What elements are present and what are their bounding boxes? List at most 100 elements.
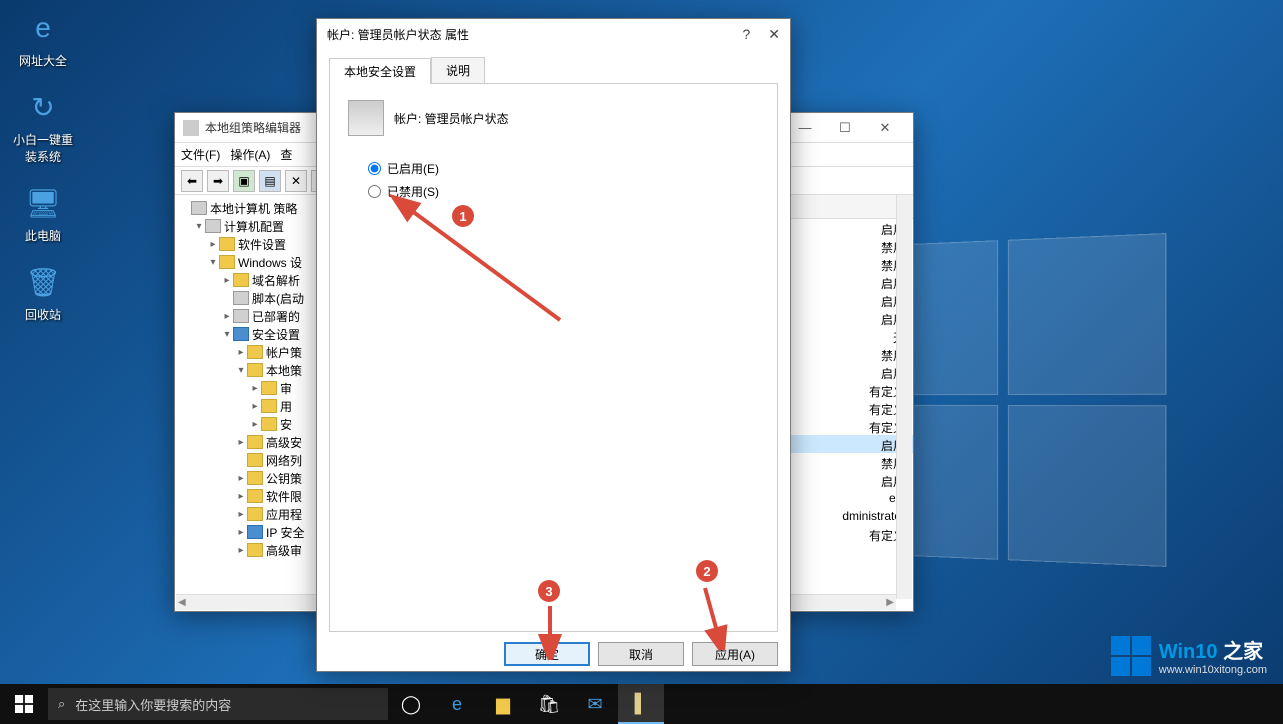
policy-icon bbox=[233, 309, 249, 323]
radio-enabled-label: 已启用(E) bbox=[387, 160, 439, 177]
folder-icon bbox=[247, 435, 263, 449]
ie-icon: e bbox=[23, 8, 63, 48]
tab-description[interactable]: 说明 bbox=[431, 57, 485, 83]
radio-enabled[interactable] bbox=[368, 162, 381, 175]
start-button[interactable] bbox=[0, 684, 48, 724]
taskbar[interactable]: ⌕ 在这里输入你要搜索的内容 ◯ e ▆ 🛍 ✉ ▌ bbox=[0, 684, 1283, 724]
folder-icon bbox=[247, 453, 263, 467]
policy-icon bbox=[191, 201, 207, 215]
radio-disabled[interactable] bbox=[368, 185, 381, 198]
ok-button[interactable]: 确定 bbox=[504, 642, 590, 666]
prop-body: 帐户: 管理员帐户状态 已启用(E) 已禁用(S) bbox=[329, 84, 778, 632]
tree-label: 已部署的 bbox=[252, 308, 300, 325]
watermark: Win10 之家 www.win10xitong.com bbox=[1111, 635, 1267, 676]
desktop-icon-thispc[interactable]: 🖥 此电脑 bbox=[8, 183, 78, 244]
watermark-text-1a: Win10 bbox=[1159, 641, 1218, 663]
tree-label: 审 bbox=[280, 380, 292, 397]
desktop-icon-recovery[interactable]: ↻ 小白一键重装系统 bbox=[8, 87, 78, 165]
menu-item[interactable]: 文件(F) bbox=[181, 146, 220, 163]
help-button[interactable]: ? bbox=[742, 26, 750, 43]
desktop-icon-recycle[interactable]: 🗑 回收站 bbox=[8, 262, 78, 323]
annotation-badge-1: 1 bbox=[452, 205, 474, 227]
tree-label: Windows 设 bbox=[238, 254, 302, 271]
delete-button[interactable]: ✕ bbox=[285, 170, 307, 192]
prop-tabs[interactable]: 本地安全设置 说明 bbox=[329, 57, 778, 84]
explorer-icon[interactable]: ▆ bbox=[480, 684, 526, 724]
tree-label: 域名解析 bbox=[252, 272, 300, 289]
folder-icon bbox=[219, 237, 235, 251]
desktop-icon-label: 回收站 bbox=[25, 306, 61, 323]
search-icon: ⌕ bbox=[58, 696, 65, 712]
tree-label: 安全设置 bbox=[252, 326, 300, 343]
properties-dialog: 帐户: 管理员帐户状态 属性 ? ✕ 本地安全设置 说明 帐户: 管理员帐户状态… bbox=[316, 18, 791, 672]
shield-icon bbox=[233, 327, 249, 341]
watermark-logo-icon bbox=[1111, 636, 1151, 676]
tree-label: 软件限 bbox=[266, 488, 302, 505]
tree-label: 帐户策 bbox=[266, 344, 302, 361]
prop-titlebar[interactable]: 帐户: 管理员帐户状态 属性 ? ✕ bbox=[317, 19, 790, 49]
annotation-badge-2: 2 bbox=[696, 560, 718, 582]
minimize-button[interactable]: — bbox=[785, 118, 825, 138]
maximize-button[interactable]: ☐ bbox=[825, 118, 865, 138]
folder-icon bbox=[247, 345, 263, 359]
tree-label: 高级安 bbox=[266, 434, 302, 451]
folder-icon bbox=[247, 507, 263, 521]
folder-icon bbox=[233, 273, 249, 287]
close-button[interactable]: ✕ bbox=[768, 26, 780, 43]
vertical-scrollbar[interactable] bbox=[896, 195, 912, 599]
back-button[interactable]: ⬅ bbox=[181, 170, 203, 192]
tree-label: 脚本(启动 bbox=[252, 290, 304, 307]
tree-label: 安 bbox=[280, 416, 292, 433]
tree-label: 应用程 bbox=[266, 506, 302, 523]
cancel-button[interactable]: 取消 bbox=[598, 642, 684, 666]
policy-name: 帐户: 管理员帐户状态 bbox=[394, 110, 509, 127]
policy-icon bbox=[348, 100, 384, 136]
tree-label: IP 安全 bbox=[266, 524, 304, 541]
gpo-title-text: 本地组策略编辑器 bbox=[205, 119, 301, 136]
annotation-badge-3: 3 bbox=[538, 580, 560, 602]
folder-icon bbox=[261, 417, 277, 431]
folder-icon bbox=[247, 363, 263, 377]
close-button[interactable]: ✕ bbox=[865, 118, 905, 138]
tree-label: 公钥策 bbox=[266, 470, 302, 487]
desktop-icon-label: 此电脑 bbox=[25, 227, 61, 244]
desktop-icon-ie[interactable]: e 网址大全 bbox=[8, 8, 78, 69]
policy-icon bbox=[205, 219, 221, 233]
notepad-icon[interactable]: ▌ bbox=[618, 684, 664, 724]
tree-label: 高级审 bbox=[266, 542, 302, 559]
folder-icon bbox=[247, 543, 263, 557]
taskbar-search[interactable]: ⌕ 在这里输入你要搜索的内容 bbox=[48, 688, 388, 720]
apply-button[interactable]: 应用(A) bbox=[692, 642, 778, 666]
up-button[interactable]: ▣ bbox=[233, 170, 255, 192]
cortana-icon[interactable]: ◯ bbox=[388, 684, 434, 724]
store-icon[interactable]: 🛍 bbox=[526, 684, 572, 724]
menu-item[interactable]: 查 bbox=[280, 146, 292, 163]
edge-icon[interactable]: e bbox=[434, 684, 480, 724]
tree-label: 网络列 bbox=[266, 452, 302, 469]
gpo-title-icon bbox=[183, 120, 199, 136]
recovery-icon: ↻ bbox=[23, 87, 63, 127]
folder-icon bbox=[261, 381, 277, 395]
radio-disabled-row[interactable]: 已禁用(S) bbox=[368, 183, 759, 200]
menu-item[interactable]: 操作(A) bbox=[230, 146, 270, 163]
tree-label: 本地计算机 策略 bbox=[210, 200, 297, 217]
folder-icon bbox=[247, 471, 263, 485]
folder-icon bbox=[219, 255, 235, 269]
mail-icon[interactable]: ✉ bbox=[572, 684, 618, 724]
refresh-button[interactable]: ▤ bbox=[259, 170, 281, 192]
tab-local-security[interactable]: 本地安全设置 bbox=[329, 58, 431, 84]
tree-label: 软件设置 bbox=[238, 236, 286, 253]
radio-disabled-label: 已禁用(S) bbox=[387, 183, 439, 200]
desktop-icon-label: 小白一键重装系统 bbox=[8, 131, 78, 165]
recycle-icon: 🗑 bbox=[23, 262, 63, 302]
forward-button[interactable]: ➡ bbox=[207, 170, 229, 192]
prop-title-text: 帐户: 管理员帐户状态 属性 bbox=[327, 26, 469, 43]
tree-label: 用 bbox=[280, 398, 292, 415]
shield-icon bbox=[247, 525, 263, 539]
radio-enabled-row[interactable]: 已启用(E) bbox=[368, 160, 759, 177]
policy-icon bbox=[233, 291, 249, 305]
watermark-text-1b: 之家 bbox=[1223, 641, 1263, 663]
thispc-icon: 🖥 bbox=[23, 183, 63, 223]
desktop-icon-label: 网址大全 bbox=[19, 52, 67, 69]
tree-label: 本地策 bbox=[266, 362, 302, 379]
